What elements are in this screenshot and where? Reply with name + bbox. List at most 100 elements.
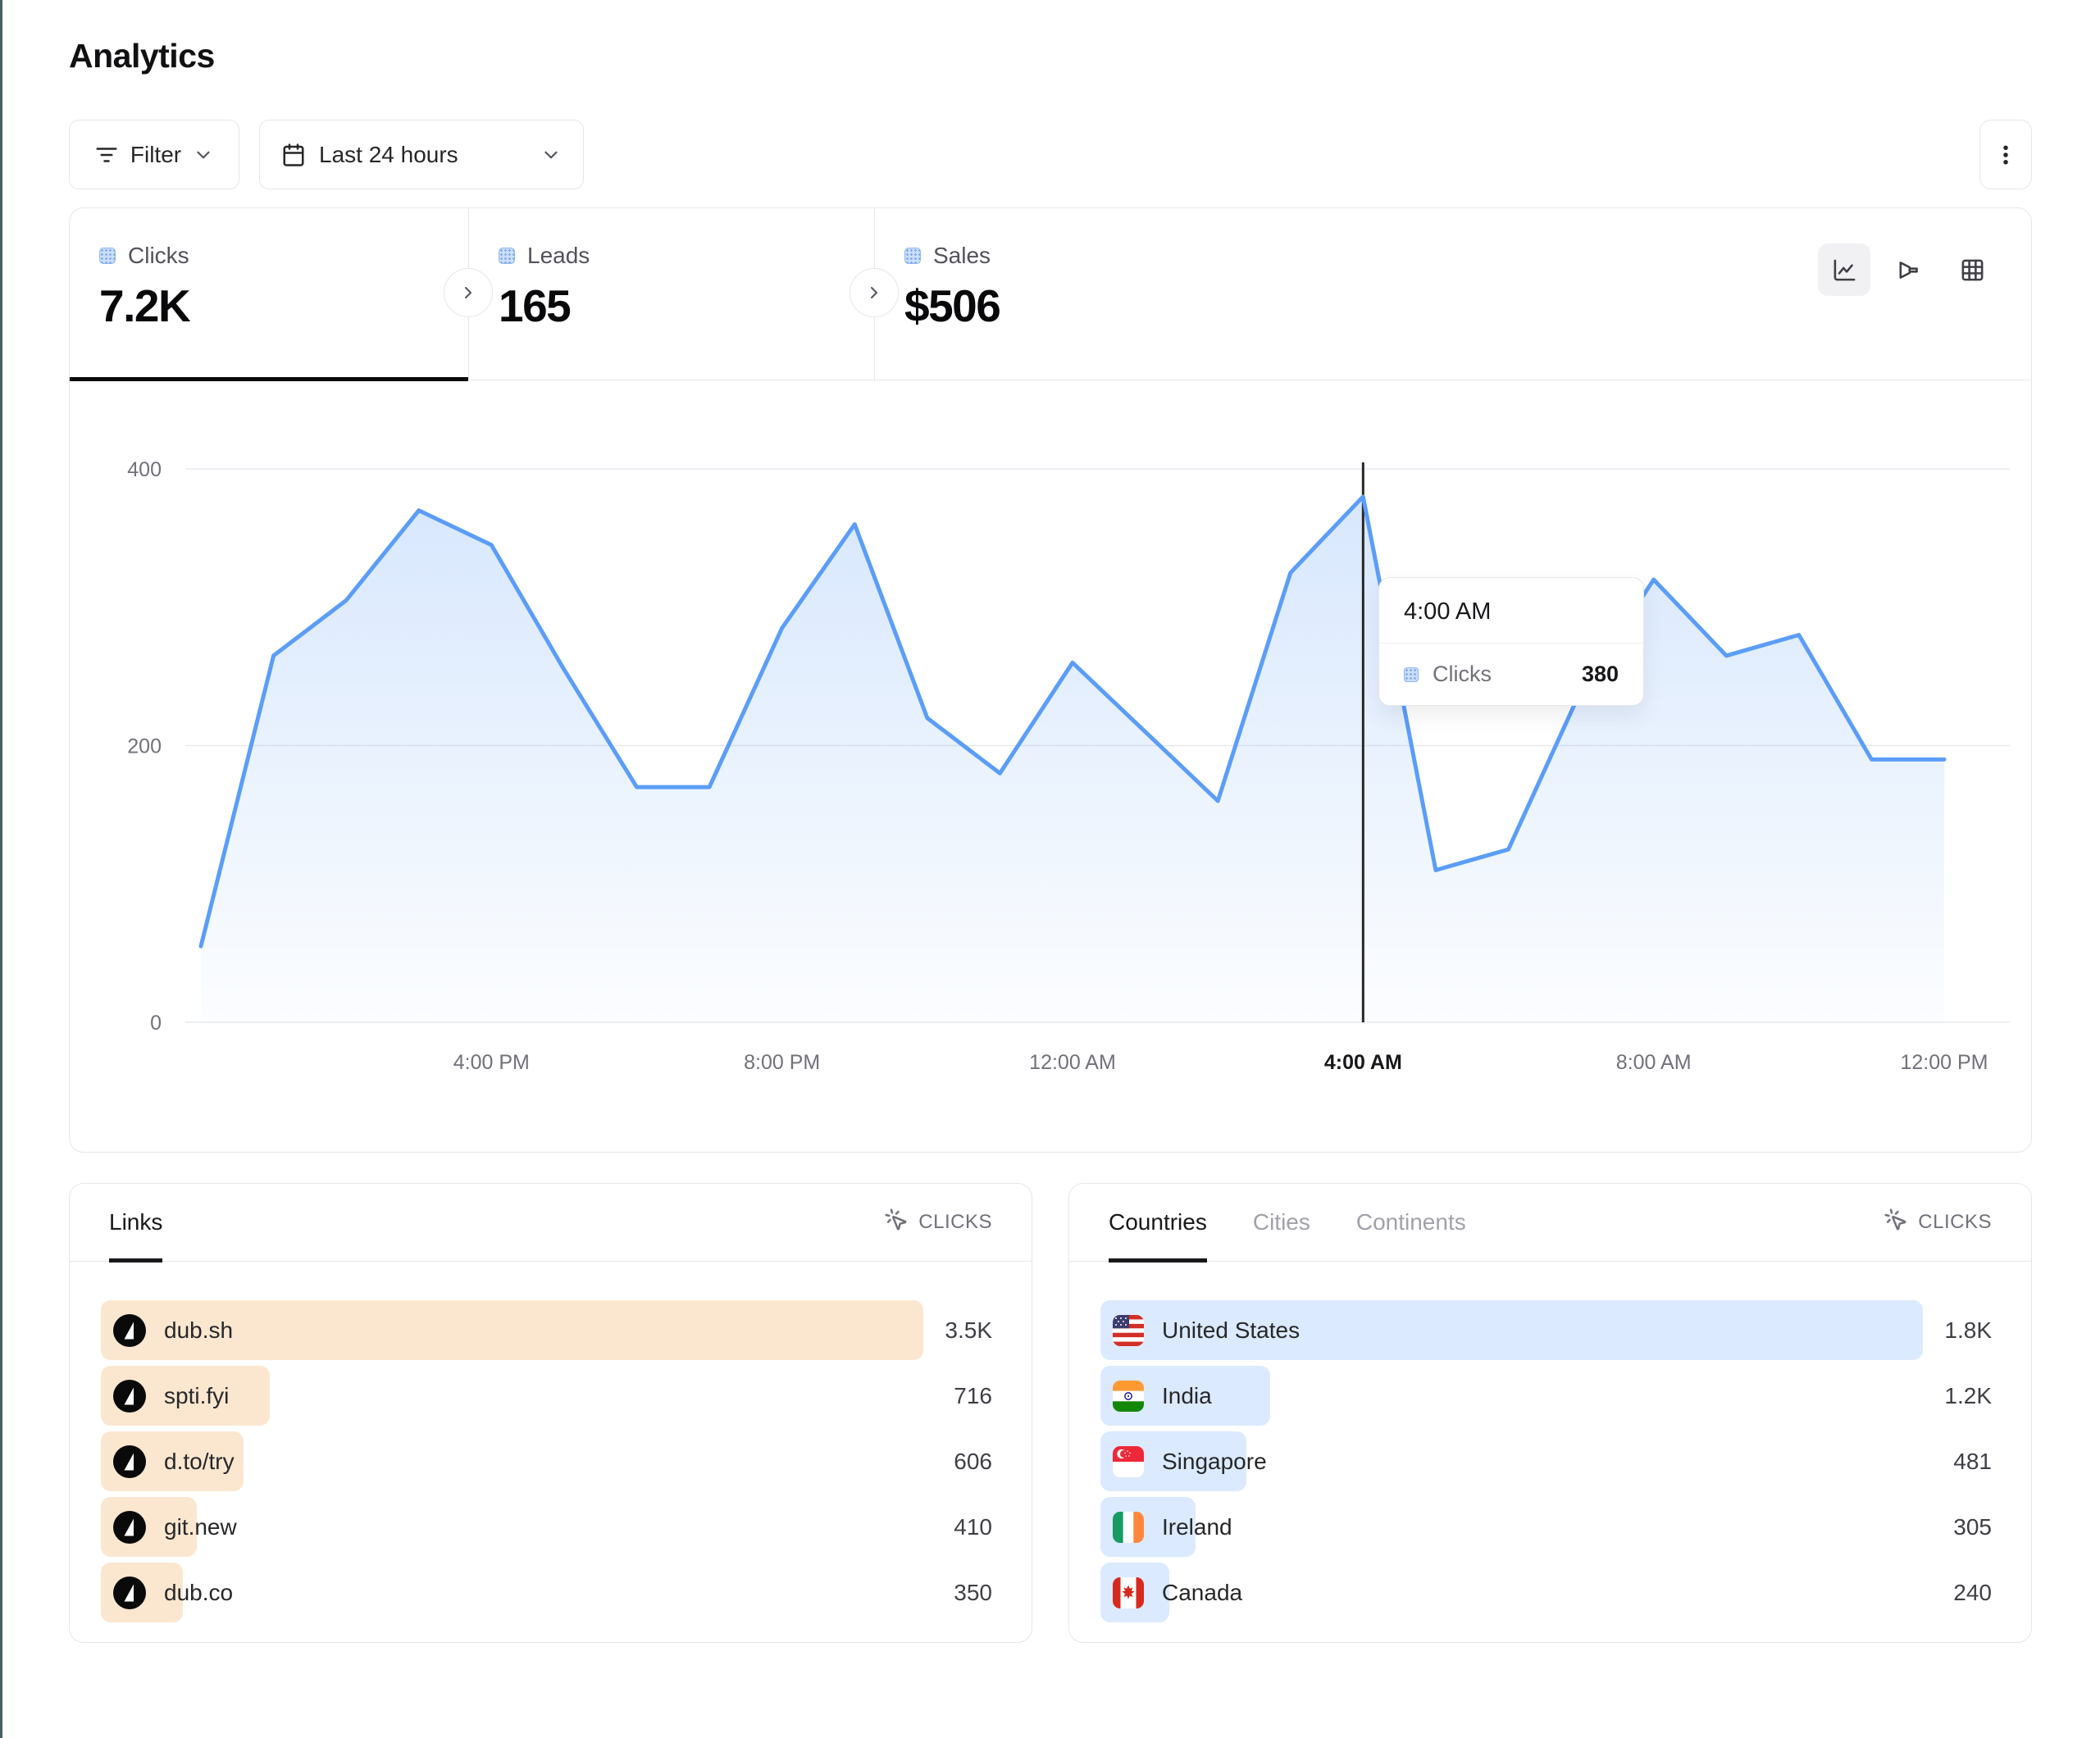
metric-label: CLICKS <box>1918 1211 1992 1234</box>
row-value: 3.5K <box>945 1300 992 1360</box>
row-label: spti.fyi <box>164 1383 229 1409</box>
list-item[interactable]: Singapore481 <box>1100 1431 1992 1491</box>
cursor-click-icon <box>1884 1208 1908 1238</box>
row-value: 350 <box>954 1563 992 1622</box>
ie-flag-icon <box>1113 1512 1144 1543</box>
toolbar-spacer <box>604 120 1960 189</box>
y-axis-tick-label: 0 <box>150 1012 162 1035</box>
line-chart-toggle-button[interactable] <box>1818 243 1870 296</box>
ca-flag-icon <box>1113 1577 1144 1608</box>
table-view-icon <box>1960 257 1985 283</box>
chevron-down-icon <box>193 144 214 166</box>
countries-list: United States1.8KIndia1.2KSingapore481Ir… <box>1069 1262 2031 1622</box>
list-item[interactable]: Canada 240 <box>1100 1563 1992 1622</box>
toolbar: Filter Last 24 hours <box>69 120 2032 189</box>
filter-button[interactable]: Filter <box>69 120 239 189</box>
links-list: dub.sh 3.5K spti.fyi 716 d.to/try 606 git.new 4… <box>70 1262 1032 1622</box>
date-range-button[interactable]: Last 24 hours <box>259 120 584 189</box>
countries-panel-tabs: Countries Cities Continents <box>1109 1184 1466 1261</box>
dub-logo-icon <box>113 1380 146 1413</box>
countries-panel: Countries Cities Continents CLICKS United … <box>1068 1183 2032 1643</box>
stat-tab-clicks[interactable]: Clicks 7.2K <box>70 208 468 380</box>
links-metric[interactable]: CLICKS <box>884 1184 992 1261</box>
chart-tooltip: 4:00 AM Clicks 380 <box>1378 577 1644 706</box>
row-label: Singapore <box>1162 1449 1267 1475</box>
row-label: India <box>1162 1383 1212 1409</box>
row-value: 305 <box>1953 1497 1992 1557</box>
row-label: dub.sh <box>164 1317 233 1344</box>
sales-legend-chip <box>904 248 921 264</box>
stat-value: 7.2K <box>99 280 468 332</box>
line-chart-icon <box>1832 257 1857 283</box>
tab-links-links[interactable]: Links <box>109 1184 162 1261</box>
stat-tab-sales[interactable]: Sales $506 <box>874 208 1280 380</box>
list-item[interactable]: dub.sh 3.5K <box>101 1300 992 1360</box>
list-item[interactable]: d.to/try 606 <box>101 1431 992 1491</box>
tooltip-legend-chip <box>1404 667 1419 682</box>
clicks-legend-chip <box>99 248 116 264</box>
expand-leads-button[interactable] <box>444 268 493 317</box>
row-label: d.to/try <box>164 1449 235 1475</box>
tab-countries-countries[interactable]: Countries <box>1109 1184 1207 1261</box>
funnel-chart-toggle-button[interactable] <box>1882 243 1934 296</box>
filter-icon <box>94 143 119 167</box>
links-panel: Links CLICKS dub.sh 3.5K spti.fyi 716 d.to/t… <box>69 1183 1032 1643</box>
funnel-chart-icon <box>1896 257 1921 283</box>
stat-label: Clicks <box>128 243 189 269</box>
x-axis-tick-label: 12:00 AM <box>1029 1051 1116 1074</box>
stat-tab-leads[interactable]: Leads 165 <box>468 208 874 380</box>
stat-label: Leads <box>527 243 590 269</box>
row-label: Canada <box>1162 1580 1242 1606</box>
chart-type-toggles <box>1818 243 1998 296</box>
chevron-down-icon <box>540 144 562 166</box>
row-value: 606 <box>954 1431 992 1491</box>
breakdown-panels: Links CLICKS dub.sh 3.5K spti.fyi 716 d.to/t… <box>69 1183 2032 1643</box>
row-label: United States <box>1162 1317 1300 1344</box>
cursor-click-icon <box>884 1208 909 1238</box>
active-tab-underline <box>70 377 468 381</box>
row-value: 1.8K <box>1944 1300 1992 1360</box>
row-label: Ireland <box>1162 1514 1232 1540</box>
row-value: 240 <box>1953 1563 1992 1622</box>
dub-logo-icon <box>113 1445 146 1478</box>
row-value: 716 <box>954 1366 992 1426</box>
row-label: git.new <box>164 1514 237 1540</box>
x-axis-tick-label: 12:00 PM <box>1900 1051 1988 1074</box>
dub-logo-icon <box>113 1576 146 1609</box>
countries-metric[interactable]: CLICKS <box>1884 1184 1992 1261</box>
more-options-button[interactable] <box>1979 120 2032 189</box>
in-flag-icon <box>1113 1381 1144 1412</box>
list-item[interactable]: dub.co350 <box>101 1563 992 1622</box>
expand-sales-button[interactable] <box>850 268 899 317</box>
list-item[interactable]: India 1.2K <box>1100 1366 1992 1426</box>
tab-countries-continents[interactable]: Continents <box>1356 1184 1466 1261</box>
filter-button-label: Filter <box>130 142 181 168</box>
x-axis-tick-label: 4:00 PM <box>453 1051 530 1074</box>
chevron-right-icon <box>864 283 884 303</box>
analytics-card: Clicks 7.2K Leads 165 Sales $506 <box>69 207 2032 1153</box>
chevron-right-icon <box>458 283 478 303</box>
y-axis-tick-label: 200 <box>127 735 162 758</box>
links-panel-tabs: Links <box>109 1184 162 1261</box>
tab-countries-cities[interactable]: Cities <box>1253 1184 1310 1261</box>
tooltip-value: 380 <box>1582 662 1619 687</box>
x-axis-tick-label: 4:00 AM <box>1324 1051 1402 1074</box>
row-value: 1.2K <box>1944 1366 1992 1426</box>
x-axis-tick-label: 8:00 PM <box>744 1051 820 1074</box>
clicks-area-chart[interactable]: 02004004:00 PM8:00 PM12:00 AM4:00 AM8:00… <box>70 380 2031 1151</box>
x-axis-tick-label: 8:00 AM <box>1616 1051 1692 1074</box>
kebab-menu-icon <box>1993 143 2018 167</box>
stat-label: Sales <box>933 243 991 269</box>
window-edge-strip <box>0 0 2 1738</box>
tooltip-time: 4:00 AM <box>1379 578 1643 643</box>
list-item[interactable]: git.new 410 <box>101 1497 992 1557</box>
row-value: 410 <box>954 1497 992 1557</box>
us-flag-icon <box>1113 1315 1144 1346</box>
table-view-toggle-button[interactable] <box>1946 243 1998 296</box>
list-item[interactable]: spti.fyi 716 <box>101 1366 992 1426</box>
list-item[interactable]: United States 1.8K <box>1100 1300 1992 1360</box>
page-title: Analytics <box>69 37 2032 75</box>
dub-logo-icon <box>113 1511 146 1544</box>
analytics-page: Analytics Filter Last 24 hours Clicks 7.… <box>69 0 2032 1643</box>
list-item[interactable]: Ireland 305 <box>1100 1497 1992 1557</box>
